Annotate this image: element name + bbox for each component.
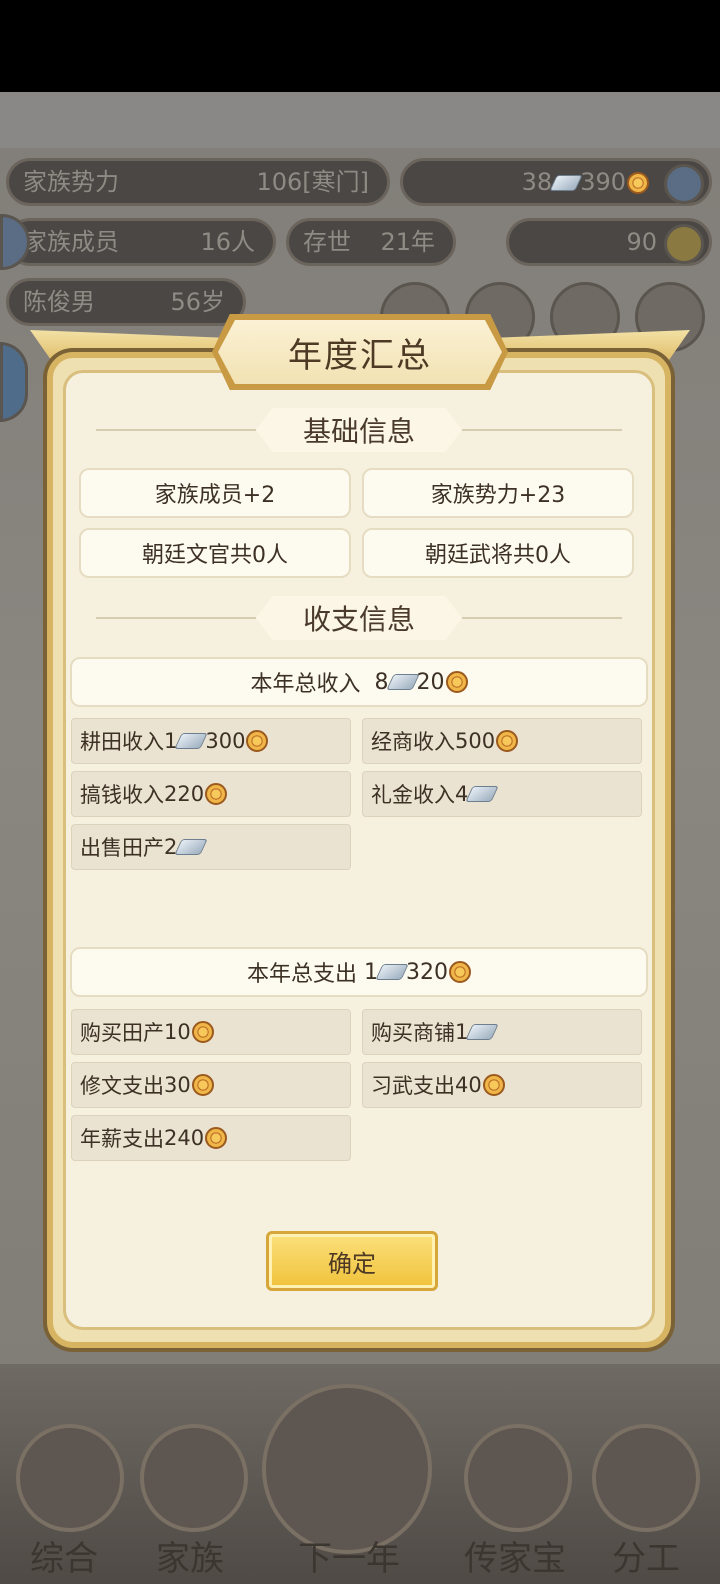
income-item-label: 出售田产 [80, 836, 164, 860]
expense-item-label: 购买商铺 [371, 1021, 455, 1045]
basic-info-header: 基础信息 [96, 408, 622, 452]
finance-title: 收支信息 [256, 596, 462, 640]
copper-coin-icon [449, 961, 471, 983]
expense-item: 购买田产 10 [71, 1009, 351, 1055]
expense-item-copper: 10 [164, 1020, 191, 1044]
copper-coin-icon [482, 1074, 505, 1096]
income-item-copper: 220 [164, 782, 205, 806]
expense-item-copper: 30 [164, 1073, 191, 1097]
income-item-silver: 4 [455, 782, 469, 806]
copper-coin-icon [191, 1021, 214, 1043]
finance-header: 收支信息 [96, 596, 622, 640]
expense-item-copper: 40 [455, 1073, 482, 1097]
expense-item: 习武支出 40 [362, 1062, 642, 1108]
expense-total-silver: 1 [364, 959, 378, 985]
expense-item-label: 修文支出 [80, 1074, 164, 1098]
income-total-copper: 20 [416, 669, 445, 695]
income-item: 耕田收入 1 300 [71, 718, 351, 764]
income-item-copper: 300 [205, 729, 246, 753]
silver-icon [465, 786, 500, 802]
expense-item-copper: 240 [164, 1126, 205, 1150]
confirm-button[interactable]: 确定 [266, 1231, 438, 1291]
expense-item-label: 购买田产 [80, 1021, 164, 1045]
income-total: 本年总收入 8 20 [70, 657, 648, 707]
copper-coin-icon [205, 783, 228, 805]
annual-summary-dialog: 年度汇总 基础信息 家族成员+2 家族势力+23 朝廷文官共0人 朝廷武将共0人… [0, 0, 720, 1584]
income-item: 搞钱收入 220 [71, 771, 351, 817]
expense-item: 购买商铺 1 [362, 1009, 642, 1055]
income-item-label: 经商收入 [371, 730, 455, 754]
income-item-copper: 500 [455, 729, 496, 753]
income-item-silver: 2 [164, 835, 178, 859]
basic-info-title: 基础信息 [256, 408, 462, 452]
expense-item-silver: 1 [455, 1020, 469, 1044]
copper-coin-icon [496, 730, 519, 752]
expense-item: 修文支出 30 [71, 1062, 351, 1108]
silver-icon [385, 674, 420, 690]
income-item: 出售田产 2 [71, 824, 351, 870]
expense-total-copper: 320 [406, 959, 448, 985]
silver-icon [174, 733, 209, 749]
basic-card: 家族成员+2 [79, 468, 351, 518]
copper-coin-icon [191, 1074, 214, 1096]
income-item-label: 搞钱收入 [80, 783, 164, 807]
expense-total: 本年总支出 1 320 [70, 947, 648, 997]
basic-card: 朝廷文官共0人 [79, 528, 351, 578]
expense-item-label: 习武支出 [371, 1074, 455, 1098]
basic-card: 朝廷武将共0人 [362, 528, 634, 578]
income-item-label: 耕田收入 [80, 730, 164, 754]
income-item: 经商收入 500 [362, 718, 642, 764]
expense-total-label: 本年总支出 [246, 962, 357, 987]
silver-icon [375, 964, 409, 980]
basic-card: 家族势力+23 [362, 468, 634, 518]
expense-item: 年薪支出 240 [71, 1115, 351, 1161]
dialog-title: 年度汇总 [218, 320, 502, 384]
income-item-silver: 1 [164, 729, 178, 753]
copper-coin-icon [246, 730, 269, 752]
income-item: 礼金收入 4 [362, 771, 642, 817]
silver-icon [174, 839, 209, 855]
silver-icon [465, 1024, 500, 1040]
income-total-silver: 8 [374, 669, 389, 695]
income-item-label: 礼金收入 [371, 783, 455, 807]
expense-item-label: 年薪支出 [80, 1127, 164, 1151]
copper-coin-icon [445, 671, 468, 693]
income-total-label: 本年总收入 [250, 672, 361, 697]
copper-coin-icon [205, 1127, 228, 1149]
